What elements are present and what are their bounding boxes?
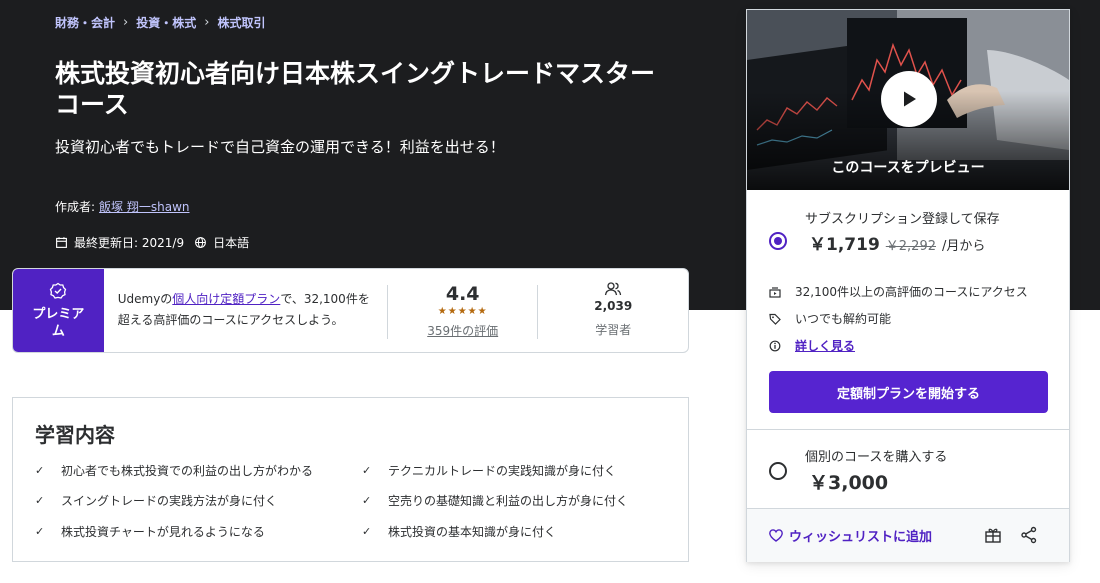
- course-subtitle: 投資初心者でもトレードで自己資金の運用できる！利益を出せる！: [55, 138, 505, 156]
- check-icon: ✓: [362, 525, 372, 538]
- author-link[interactable]: 飯塚 翔一shawn: [99, 200, 189, 214]
- start-subscription-button[interactable]: 定額制プランを開始する: [769, 371, 1048, 413]
- premium-banner: プレミアム Udemyの個人向け定額プランで、32,100件を超える高評価のコー…: [12, 268, 689, 353]
- users-icon: [605, 282, 622, 296]
- subscription-price-current: ￥1,719: [809, 235, 880, 255]
- check-icon: ✓: [35, 494, 45, 507]
- star-rating-icon: ★★★★★: [437, 306, 488, 317]
- breadcrumb: 財務・会計 › 投資・株式 › 株式取引: [55, 14, 265, 31]
- list-item: ✓ 株式投資チャートが見れるようになる: [35, 523, 265, 540]
- check-icon: ✓: [362, 464, 372, 477]
- subscription-radio[interactable]: [769, 232, 787, 250]
- subscription-option[interactable]: サブスクリプション登録して保存 ￥1,719 ￥2,292 /月から 32,10…: [747, 190, 1069, 430]
- rating-count-link[interactable]: 359件の評価: [427, 322, 498, 339]
- list-item: ✓ 空売りの基礎知識と利益の出し方が身に付く: [362, 492, 628, 509]
- feature-item: 32,100件以上の高評価のコースにアクセス: [769, 283, 1028, 300]
- share-button[interactable]: [1019, 525, 1039, 545]
- play-button[interactable]: [881, 71, 937, 127]
- course-preview[interactable]: このコースをプレビュー: [747, 10, 1069, 190]
- premium-badge-icon: [50, 282, 67, 299]
- subscription-period: /月から: [942, 239, 986, 254]
- breadcrumb-item-finance[interactable]: 財務・会計: [55, 14, 115, 31]
- breadcrumb-item-investment[interactable]: 投資・株式: [136, 14, 196, 31]
- course-language: 日本語: [213, 236, 250, 250]
- learn-item-text: スイングトレードの実践方法が身に付く: [61, 494, 278, 508]
- buy-course-price: ￥3,000: [809, 472, 889, 494]
- play-icon: [904, 91, 916, 107]
- gift-button[interactable]: [983, 525, 1003, 545]
- feature-text: いつでも解約可能: [795, 312, 892, 326]
- learn-item-text: テクニカルトレードの実践知識が身に付く: [388, 464, 617, 478]
- feature-item: 詳しく見る: [769, 337, 855, 354]
- sidebar-footer: ウィッシュリストに追加: [747, 508, 1069, 562]
- course-author: 作成者: 飯塚 翔一shawn: [55, 198, 190, 215]
- learn-item-text: 空売りの基礎知識と利益の出し方が身に付く: [388, 494, 629, 508]
- course-title: 株式投資初心者向け日本株スイングトレードマスターコース: [55, 59, 656, 119]
- what-you-will-learn: 学習内容 ✓ 初心者でも株式投資での利益の出し方がわかる ✓ テクニカルトレードの実…: [12, 397, 689, 562]
- premium-text-pre: Udemyの: [117, 292, 173, 306]
- buy-course-label: 個別のコースを購入する: [805, 450, 948, 465]
- chevron-right-icon: ›: [204, 15, 210, 30]
- calendar-icon: [56, 237, 67, 248]
- add-to-wishlist-button[interactable]: ウィッシュリストに追加: [769, 526, 932, 545]
- preview-label: このコースをプレビュー: [831, 160, 985, 176]
- gift-icon: [985, 528, 1001, 543]
- list-item: ✓ 初心者でも株式投資での利益の出し方がわかる: [35, 462, 313, 479]
- learn-title: 学習内容: [35, 423, 115, 447]
- info-icon: [769, 340, 781, 351]
- personal-plan-link[interactable]: 個人向け定額プラン: [172, 292, 280, 306]
- rating-value: 4.4: [445, 283, 480, 305]
- subscription-price-original: ￥2,292: [885, 239, 936, 254]
- learners-count: 2,039: [594, 299, 633, 313]
- feature-text: 32,100件以上の高評価のコースにアクセス: [795, 285, 1028, 299]
- list-item: ✓ テクニカルトレードの実践知識が身に付く: [362, 462, 616, 479]
- share-icon: [1021, 526, 1037, 544]
- feature-item: いつでも解約可能: [769, 310, 891, 327]
- premium-badge-label: プレミアム: [32, 306, 85, 339]
- check-icon: ✓: [35, 464, 45, 477]
- heart-icon: [769, 529, 783, 542]
- list-item: ✓ 株式投資の基本知識が身に付く: [362, 523, 556, 540]
- breadcrumb-item-stock-trading[interactable]: 株式取引: [217, 14, 265, 31]
- globe-icon: [195, 237, 206, 248]
- subscription-price: ￥1,719 ￥2,292 /月から: [809, 230, 985, 255]
- check-icon: ✓: [362, 494, 372, 507]
- purchase-sidebar: このコースをプレビュー サブスクリプション登録して保存 ￥1,719 ￥2,29…: [746, 9, 1070, 562]
- check-icon: ✓: [35, 525, 45, 538]
- tag-icon: [769, 313, 781, 325]
- wishlist-label: ウィッシュリストに追加: [789, 530, 933, 545]
- learn-more-link[interactable]: 詳しく見る: [795, 337, 855, 354]
- last-updated: 最終更新日: 2021/9: [74, 236, 185, 250]
- learn-item-text: 初心者でも株式投資での利益の出し方がわかる: [61, 464, 314, 478]
- learners-stat: 2,039 学習者: [538, 269, 688, 352]
- course-access-icon: [769, 286, 781, 298]
- learners-label: 学習者: [595, 323, 632, 337]
- buy-course-radio[interactable]: [769, 462, 787, 480]
- subscription-label: サブスクリプション登録して保存: [805, 212, 1000, 227]
- learn-item-text: 株式投資の基本知識が身に付く: [388, 525, 557, 539]
- course-meta: 最終更新日: 2021/9 日本語: [55, 234, 249, 251]
- list-item: ✓ スイングトレードの実践方法が身に付く: [35, 492, 277, 509]
- learn-item-text: 株式投資チャートが見れるようになる: [61, 525, 265, 539]
- premium-badge: プレミアム: [13, 269, 104, 352]
- chevron-right-icon: ›: [123, 15, 129, 30]
- premium-description: Udemyの個人向け定額プランで、32,100件を超える高評価のコースにアクセス…: [104, 269, 387, 352]
- rating-stat: 4.4 ★★★★★ 359件の評価: [388, 269, 538, 352]
- author-label: 作成者:: [55, 200, 96, 214]
